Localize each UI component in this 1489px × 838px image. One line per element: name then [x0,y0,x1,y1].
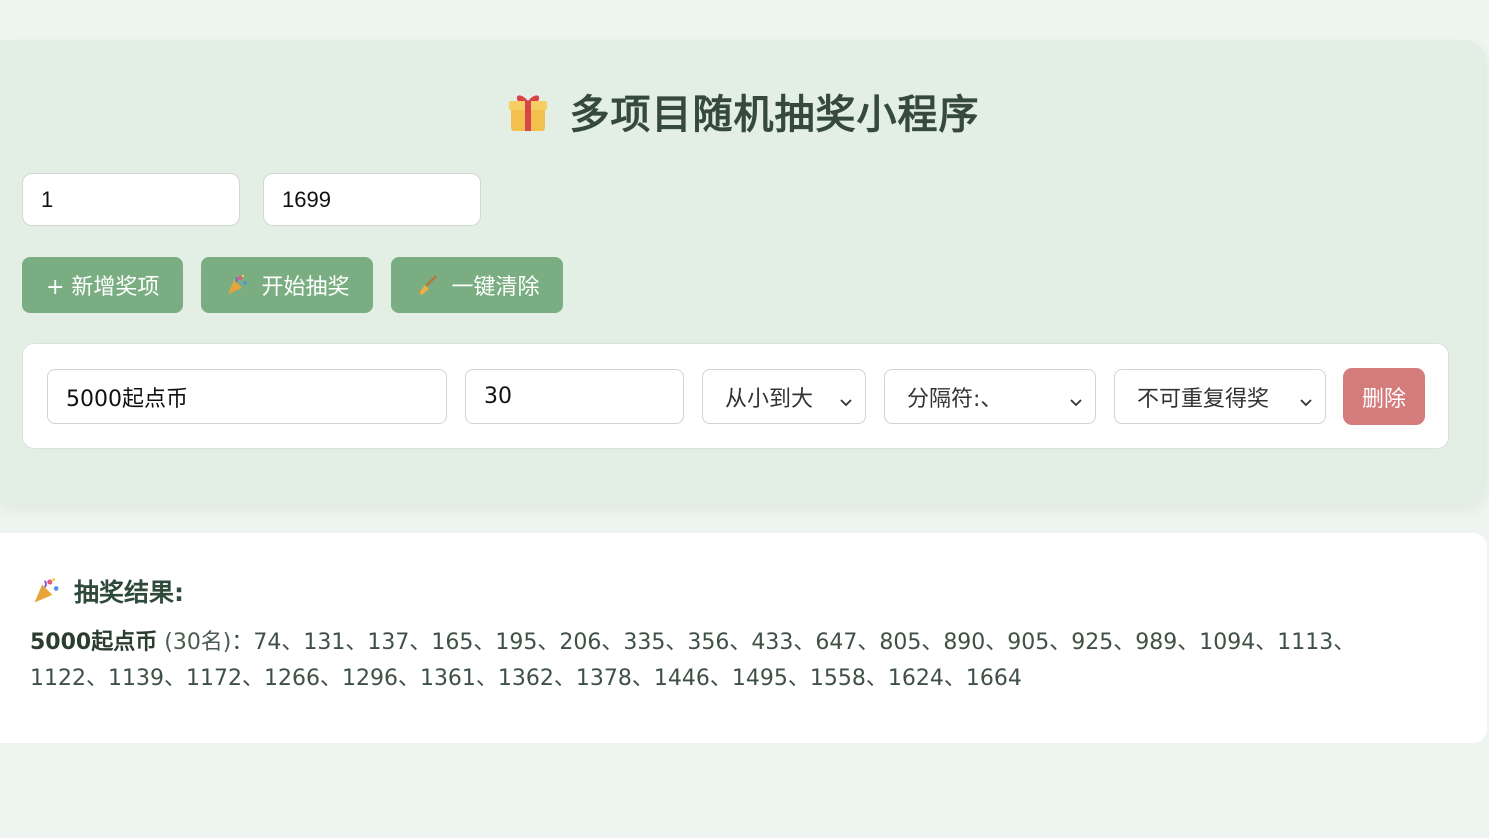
start-draw-label: 开始抽奖 [261,275,350,300]
party-popper-icon [225,273,249,297]
party-popper-icon [32,577,60,605]
repeat-mode-select[interactable]: 不可重复得奖 [1114,369,1326,424]
prize-count-input[interactable] [465,369,684,424]
result-card: 抽奖结果: 5000起点币 (30名)：74、131、137、165、195、2… [0,533,1487,743]
result-winner-count: (30名) [164,630,232,655]
main-card: 多项目随机抽奖小程序 + 新增奖项 开始抽奖 [0,40,1487,505]
page-title: 多项目随机抽奖小程序 [569,92,980,138]
toolbar: + 新增奖项 开始抽奖 一键清除 [22,257,564,313]
clear-all-label: 一键清除 [451,275,540,300]
page: 多项目随机抽奖小程序 + 新增奖项 开始抽奖 [0,0,1489,838]
clear-all-button[interactable]: 一键清除 [391,257,564,313]
separator-select[interactable]: 分隔符:、 [884,369,1096,424]
result-item: 5000起点币 (30名)：74、131、137、165、195、206、335… [30,625,1430,697]
add-prize-button[interactable]: + 新增奖项 [22,257,184,313]
range-min-input[interactable] [22,173,240,226]
chevron-down-icon [1299,390,1313,406]
range-max-input[interactable] [263,173,481,226]
result-title: 抽奖结果: [74,578,184,607]
result-prize-name: 5000起点币 [30,630,158,655]
start-draw-button[interactable]: 开始抽奖 [201,257,374,313]
prize-name-input[interactable] [47,369,447,424]
broom-icon [415,273,439,297]
sort-order-select[interactable]: 从小到大 [702,369,866,424]
chevron-down-icon [839,390,853,406]
title-row: 多项目随机抽奖小程序 [0,86,1487,138]
chevron-down-icon [1069,390,1083,406]
sort-order-value: 从小到大 [725,386,814,412]
repeat-mode-value: 不可重复得奖 [1137,386,1270,412]
delete-prize-button[interactable]: 删除 [1343,368,1425,425]
separator-value: 分隔符:、 [907,386,1003,412]
gift-icon [508,90,548,132]
prize-row: 从小到大 分隔符:、 不可重复得奖 删除 [22,343,1449,449]
add-prize-label: + 新增奖项 [46,275,160,300]
result-heading: 抽奖结果: [32,573,184,609]
